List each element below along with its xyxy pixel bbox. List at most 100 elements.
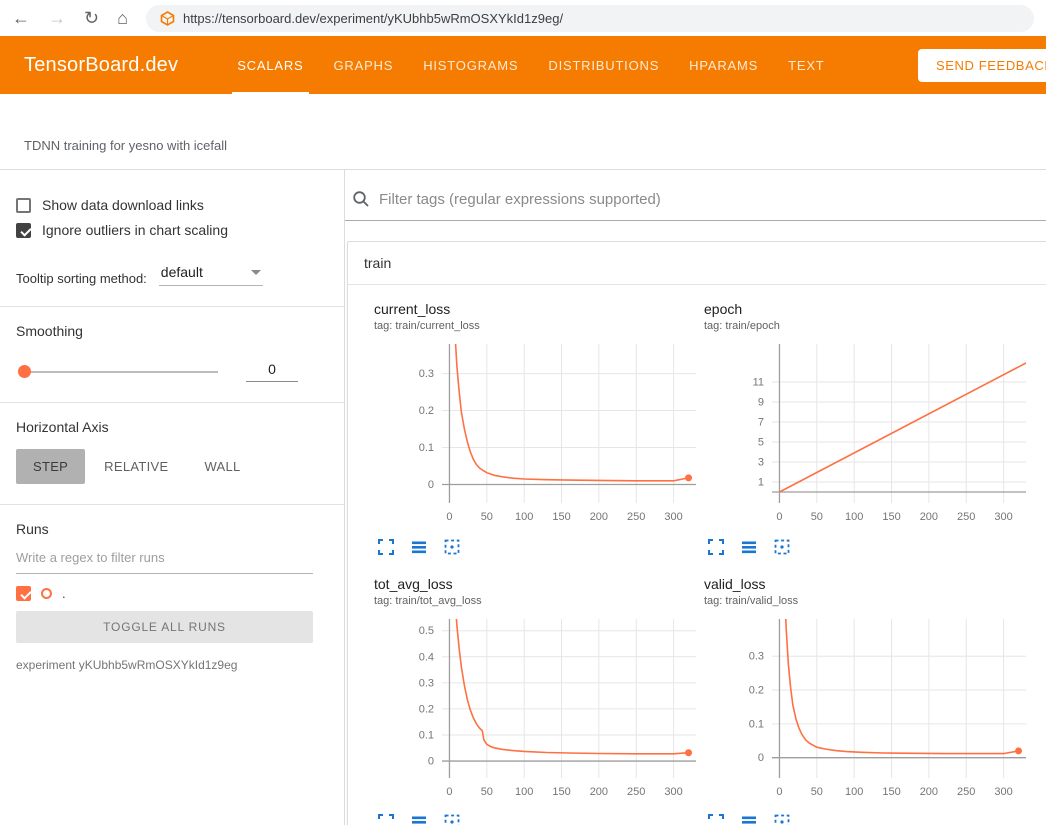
browser-toolbar: ← → ↻ ⌂ https://tensorboard.dev/experime… (0, 0, 1046, 36)
svg-text:150: 150 (552, 511, 570, 523)
expand-chart-icon[interactable] (377, 813, 395, 825)
forward-icon[interactable]: → (48, 9, 66, 27)
svg-text:0.3: 0.3 (419, 368, 434, 380)
svg-text:300: 300 (994, 511, 1012, 523)
svg-text:11: 11 (753, 377, 764, 389)
svg-text:300: 300 (994, 786, 1012, 798)
tooltip-sorting-label: Tooltip sorting method: (16, 271, 147, 286)
tag-filter-input[interactable] (379, 191, 1046, 208)
svg-text:150: 150 (882, 511, 900, 523)
run-row[interactable]: . (16, 586, 328, 601)
svg-text:3: 3 (758, 457, 764, 469)
axis-wall-button[interactable]: WALL (187, 449, 257, 484)
chart-tag: tag: train/epoch (704, 320, 1034, 332)
chart-title: tot_avg_loss (374, 576, 704, 592)
svg-text:150: 150 (882, 786, 900, 798)
toggle-all-runs-button[interactable]: TOGGLE ALL RUNS (16, 611, 313, 643)
svg-text:100: 100 (515, 511, 533, 523)
svg-text:0.2: 0.2 (419, 703, 434, 715)
fit-domain-icon[interactable] (773, 813, 791, 825)
horizontal-axis-section: Horizontal Axis STEP RELATIVE WALL (0, 403, 344, 505)
scalar-chart-card: valid_loss tag: train/valid_loss 0501001… (704, 576, 1034, 825)
show-download-links-checkbox-row[interactable]: Show data download links (16, 197, 328, 213)
tab-graphs[interactable]: GRAPHS (319, 36, 409, 94)
group-title[interactable]: train (348, 242, 1046, 285)
checkbox-checked-icon[interactable] (16, 223, 31, 238)
general-settings-section: Show data download links Ignore outliers… (0, 178, 344, 307)
svg-text:0.3: 0.3 (419, 677, 434, 689)
svg-text:100: 100 (845, 786, 863, 798)
refresh-icon[interactable]: ↻ (84, 9, 99, 27)
tab-text[interactable]: TEXT (773, 36, 839, 94)
chart-tag: tag: train/tot_avg_loss (374, 595, 704, 607)
tab-histograms[interactable]: HISTOGRAMS (408, 36, 533, 94)
tooltip-sorting-dropdown[interactable]: default (159, 264, 263, 286)
send-feedback-button[interactable]: SEND FEEDBACK (918, 49, 1046, 82)
chart-title: current_loss (374, 301, 704, 317)
experiment-id-label: experiment yKUbhb5wRmOSXYkId1z9eg (16, 658, 328, 672)
smoothing-slider-thumb[interactable] (18, 365, 31, 378)
svg-text:0: 0 (428, 479, 434, 491)
train-group-card: train current_loss tag: train/current_lo… (347, 241, 1046, 825)
runs-section: Runs . TOGGLE ALL RUNS experiment yKUbhb… (0, 505, 344, 692)
fit-domain-icon[interactable] (443, 538, 461, 556)
toggle-y-axis-icon[interactable] (740, 538, 758, 556)
axis-relative-button[interactable]: RELATIVE (87, 449, 185, 484)
chart-toolbar (377, 538, 704, 556)
run-checkbox-icon[interactable] (16, 586, 31, 601)
search-icon (352, 190, 370, 208)
svg-text:1: 1 (758, 477, 764, 489)
runs-filter-input[interactable] (16, 543, 313, 574)
fit-domain-icon[interactable] (773, 538, 791, 556)
toggle-y-axis-icon[interactable] (740, 813, 758, 825)
tab-hparams[interactable]: HPARAMS (674, 36, 773, 94)
tab-scalars[interactable]: SCALARS (222, 36, 318, 94)
line-chart[interactable]: 05010015020025030000.10.20.3 (374, 338, 704, 533)
run-color-swatch-icon (41, 588, 52, 599)
runs-label: Runs (16, 521, 328, 537)
content-layout: Show data download links Ignore outliers… (0, 170, 1046, 825)
home-icon[interactable]: ⌂ (117, 9, 128, 27)
smoothing-value-input[interactable]: 0 (246, 361, 298, 382)
line-chart[interactable]: 05010015020025030000.10.20.3 (704, 613, 1034, 808)
line-chart[interactable]: 0501001502002503001357911 (704, 338, 1034, 533)
experiment-description: TDNN training for yesno with icefall (0, 94, 1046, 170)
back-icon[interactable]: ← (12, 9, 30, 27)
svg-text:150: 150 (552, 786, 570, 798)
svg-text:300: 300 (664, 786, 682, 798)
tab-distributions[interactable]: DISTRIBUTIONS (533, 36, 674, 94)
toggle-y-axis-icon[interactable] (410, 813, 428, 825)
svg-text:0.5: 0.5 (419, 625, 434, 637)
smoothing-slider[interactable] (20, 371, 218, 373)
expand-chart-icon[interactable] (707, 538, 725, 556)
svg-text:300: 300 (664, 511, 682, 523)
ignore-outliers-label: Ignore outliers in chart scaling (42, 222, 228, 238)
app-header: TensorBoard.dev SCALARS GRAPHS HISTOGRAM… (0, 36, 1046, 94)
chart-title: epoch (704, 301, 1034, 317)
svg-text:0: 0 (758, 752, 764, 764)
svg-text:0.3: 0.3 (749, 651, 764, 663)
line-chart[interactable]: 05010015020025030000.10.20.30.40.5 (374, 613, 704, 808)
fit-domain-icon[interactable] (443, 813, 461, 825)
checkbox-unchecked-icon[interactable] (16, 198, 31, 213)
axis-step-button[interactable]: STEP (16, 449, 85, 484)
expand-chart-icon[interactable] (377, 538, 395, 556)
ignore-outliers-checkbox-row[interactable]: Ignore outliers in chart scaling (16, 222, 328, 238)
smoothing-label: Smoothing (16, 323, 328, 339)
expand-chart-icon[interactable] (707, 813, 725, 825)
site-favicon (160, 11, 175, 26)
svg-text:250: 250 (957, 511, 975, 523)
chart-toolbar (377, 813, 704, 825)
svg-text:50: 50 (811, 511, 823, 523)
svg-text:0.1: 0.1 (749, 718, 764, 730)
svg-text:200: 200 (590, 786, 608, 798)
svg-text:7: 7 (758, 417, 764, 429)
toggle-y-axis-icon[interactable] (410, 538, 428, 556)
scalar-chart-card: epoch tag: train/epoch 05010015020025030… (704, 301, 1034, 576)
address-bar[interactable]: https://tensorboard.dev/experiment/yKUbh… (146, 5, 1034, 32)
run-name: . (62, 586, 66, 601)
charts-grid: current_loss tag: train/current_loss 050… (348, 285, 1046, 825)
svg-text:200: 200 (920, 511, 938, 523)
chart-title: valid_loss (704, 576, 1034, 592)
smoothing-section: Smoothing 0 (0, 307, 344, 403)
